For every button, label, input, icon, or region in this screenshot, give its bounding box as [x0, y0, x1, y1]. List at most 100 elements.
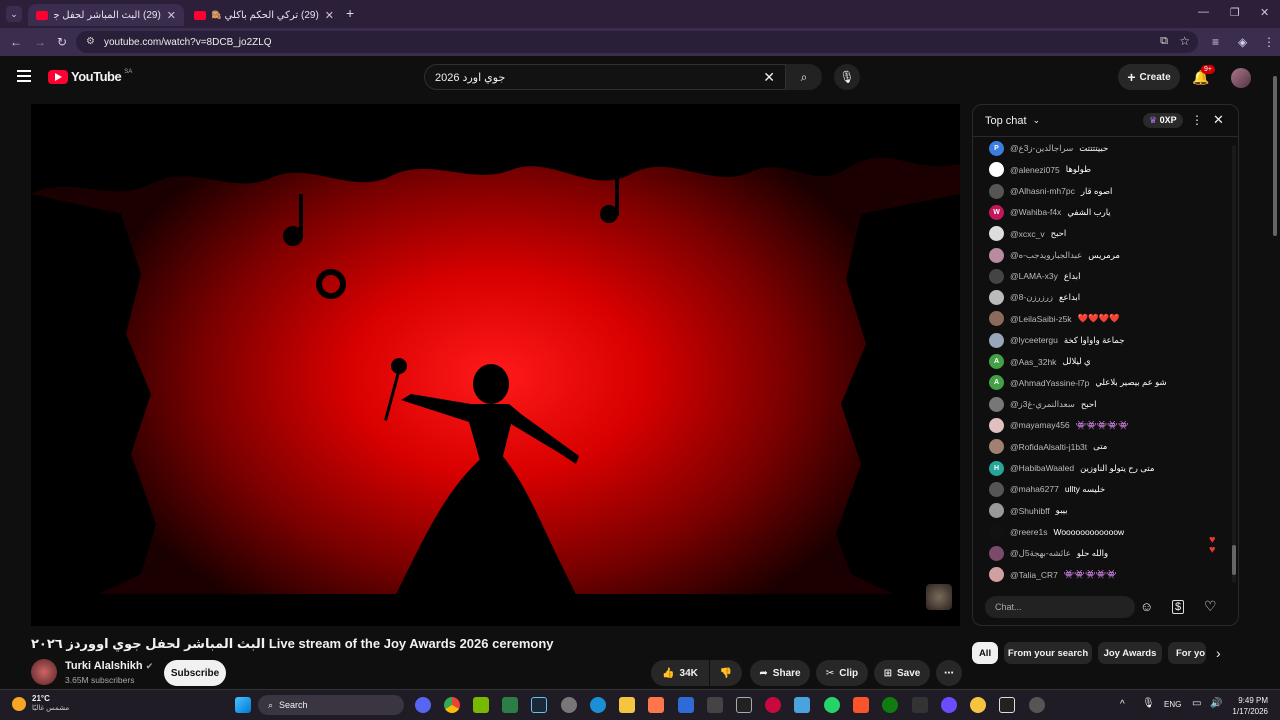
chat-input[interactable]: Chat...	[985, 596, 1135, 618]
notifications-button[interactable]: 🔔 9+	[1192, 65, 1215, 86]
chat-author-name[interactable]: @زرزرزن-8	[1010, 292, 1053, 303]
chat-scrollbar[interactable]	[1232, 145, 1236, 583]
chat-author-name[interactable]: @maha6277	[1010, 484, 1059, 494]
shield-icon[interactable]	[678, 697, 694, 713]
video-player[interactable]	[31, 104, 960, 626]
close-window-icon[interactable]: ✕	[1260, 6, 1269, 19]
chat-author-avatar[interactable]	[989, 567, 1004, 582]
filter-chip[interactable]: From your search	[1004, 642, 1092, 664]
windows-start-icon[interactable]	[235, 697, 251, 713]
photos-icon[interactable]	[794, 697, 810, 713]
chevron-down-icon[interactable]: ⌄	[1033, 115, 1041, 126]
chat-author-avatar[interactable]	[989, 439, 1004, 455]
chips-next-icon[interactable]: ›	[1216, 645, 1221, 661]
xbox-icon[interactable]	[882, 697, 898, 713]
chat-message[interactable]: @سعدالنمري-غ3ز احبح	[989, 396, 1097, 412]
chat-author-avatar[interactable]	[989, 417, 1004, 433]
edge-icon[interactable]	[590, 697, 606, 713]
ableton-icon[interactable]	[648, 697, 664, 713]
microphone-tray-icon[interactable]: 🎙	[1142, 698, 1155, 709]
clear-search-icon[interactable]: ✕	[763, 69, 775, 86]
terminal-icon[interactable]	[502, 697, 518, 713]
site-info-icon[interactable]: ⚙	[86, 36, 95, 47]
create-button[interactable]: + Create	[1118, 64, 1180, 90]
chat-message[interactable]: @maha6277 ullty خليسه	[989, 481, 1105, 497]
tab-search-icon[interactable]: ≡	[1212, 35, 1219, 49]
chat-author-avatar[interactable]	[989, 290, 1004, 306]
chat-author-avatar[interactable]	[989, 503, 1004, 519]
chat-author-avatar[interactable]: W	[989, 204, 1004, 220]
chat-author-avatar[interactable]: H	[989, 460, 1004, 476]
chat-author-avatar[interactable]	[989, 311, 1004, 327]
share-button[interactable]: ➦ Share	[750, 660, 810, 686]
filter-chip[interactable]: All	[972, 642, 998, 664]
chat-author-avatar[interactable]	[989, 332, 1004, 348]
restore-window-icon[interactable]: ❐	[1230, 6, 1240, 19]
voice-search-button[interactable]: 🎙	[834, 64, 860, 90]
points-badge[interactable]: ♛ 0XP	[1143, 113, 1183, 128]
close-tab-icon[interactable]: ✕	[325, 9, 334, 22]
chat-author-name[interactable]: @سراجالدين-ز3ع	[1010, 143, 1073, 154]
search-button[interactable]: ⌕	[786, 64, 822, 90]
tray-overflow-icon[interactable]: ^	[1120, 699, 1125, 710]
app-icon[interactable]	[707, 697, 723, 713]
chat-message[interactable]: W @Wahiba-f4x يارب الشفي	[989, 204, 1111, 220]
chat-message[interactable]: A @Aas_32hk ي ليلالل	[989, 354, 1091, 369]
chat-author-avatar[interactable]	[989, 247, 1004, 263]
chat-options-icon[interactable]: ⋮	[1191, 113, 1203, 127]
save-button[interactable]: ⊞ Save	[874, 660, 930, 686]
app-icon[interactable]	[912, 697, 928, 713]
chat-author-name[interactable]: @Shuhibff	[1010, 506, 1050, 516]
network-icon[interactable]: ▭	[1192, 698, 1201, 709]
opera-icon[interactable]	[765, 697, 781, 713]
chat-author-avatar[interactable]	[989, 481, 1004, 497]
tab-live-stream[interactable]: (29) البث المباشر لحفل جوي ✕	[28, 4, 184, 26]
super-chat-icon[interactable]: $	[1172, 600, 1185, 614]
chat-message[interactable]: @Talia_CR7 👾👾👾👾👾	[989, 567, 1117, 582]
chat-message[interactable]: @lyceetergu جماعة واواوا كخة	[989, 332, 1124, 348]
chat-author-name[interactable]: @سعدالنمري-غ3ز	[1010, 399, 1075, 410]
app-icon[interactable]	[999, 697, 1015, 713]
channel-watermark[interactable]	[926, 584, 952, 610]
chat-author-name[interactable]: @عبدالجبارويدجب-ه	[1010, 250, 1082, 261]
chat-author-name[interactable]: @reere1s	[1010, 527, 1047, 537]
chat-author-name[interactable]: @alenezi075	[1010, 165, 1060, 175]
address-bar[interactable]: ⚙ youtube.com/watch?v=8DCB_jo2ZLQ ⧉ ☆	[76, 31, 1198, 53]
chat-message[interactable]: @Shuhibff بيبو	[989, 503, 1068, 519]
hamburger-menu-icon[interactable]	[17, 70, 31, 82]
taskbar-search[interactable]: ⌕ Search	[258, 695, 404, 715]
more-actions-button[interactable]: ⋯	[936, 660, 962, 686]
chat-message[interactable]: H @HabibaWaaled متى رح يتولو الناوزين	[989, 460, 1154, 476]
reload-icon[interactable]: ↻	[57, 35, 67, 49]
install-app-icon[interactable]: ⧉	[1160, 35, 1168, 48]
settings-icon[interactable]	[561, 697, 577, 713]
chat-message[interactable]: P @سراجالدين-ز3ع حبيتتتتت	[989, 141, 1108, 156]
chat-author-avatar[interactable]: A	[989, 375, 1004, 391]
chat-message[interactable]: @عائشه-بهجة5ل والله حلو	[989, 545, 1108, 561]
chat-author-name[interactable]: @AhmadYassine-l7p	[1010, 378, 1089, 388]
chat-author-name[interactable]: @Talia_CR7	[1010, 570, 1058, 580]
new-tab-button[interactable]: +	[346, 5, 354, 21]
extensions-icon[interactable]: ◈	[1238, 35, 1247, 49]
chat-author-avatar[interactable]: P	[989, 141, 1004, 156]
chat-message[interactable]: @mayamay456 👾👾👾👾👾	[989, 417, 1129, 433]
chat-message[interactable]: @Alhasni-mh7pc اصوه قار	[989, 183, 1112, 199]
chat-message[interactable]: A @AhmadYassine-l7p شو عم بيصير بلاعلي	[989, 375, 1167, 391]
back-icon[interactable]: ←	[10, 35, 22, 49]
chat-author-avatar[interactable]: A	[989, 354, 1004, 369]
filter-chip[interactable]: Joy Awards	[1098, 642, 1162, 664]
chat-author-name[interactable]: @mayamay456	[1010, 420, 1070, 430]
tab-second-video[interactable]: (29) تركي الحكم باكلي 🙈 طلعت ✕	[186, 4, 342, 26]
chat-message[interactable]: @xcxc_v احبح	[989, 226, 1066, 242]
channel-avatar[interactable]	[31, 659, 57, 685]
app-icon[interactable]	[970, 697, 986, 713]
top-chat-dropdown[interactable]: Top chat	[985, 115, 1027, 127]
chat-author-name[interactable]: @LAMA-x3y	[1010, 271, 1058, 281]
chat-message[interactable]: @LAMA-x3y ابداع	[989, 268, 1080, 284]
volume-icon[interactable]: 🔊	[1210, 698, 1222, 709]
steam-icon[interactable]	[531, 697, 547, 713]
chat-author-avatar[interactable]	[989, 545, 1004, 561]
chat-author-avatar[interactable]	[989, 162, 1004, 178]
file-explorer-icon[interactable]	[619, 697, 635, 713]
youtube-logo[interactable]: YouTube SA	[48, 69, 132, 84]
